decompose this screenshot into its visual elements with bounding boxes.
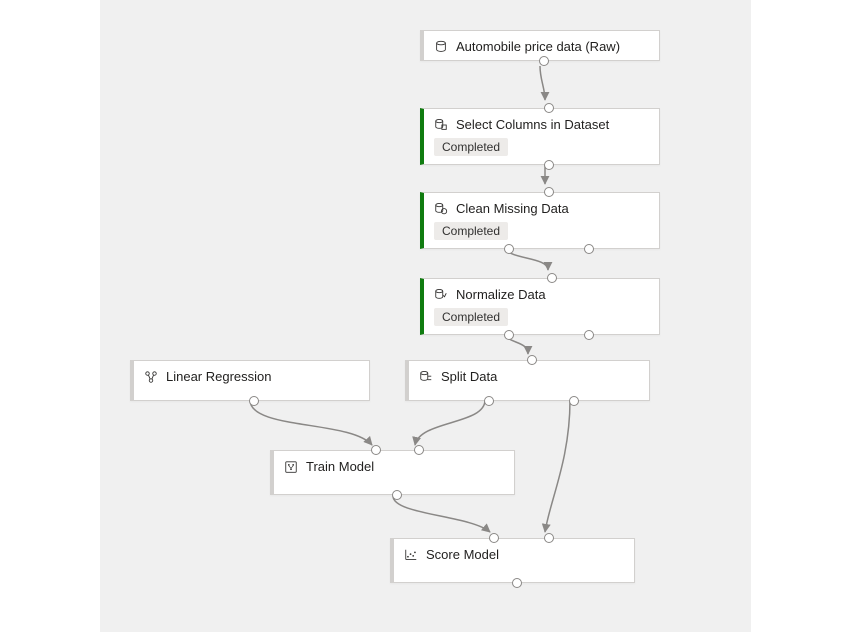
node-title: Select Columns in Dataset [456, 117, 609, 132]
dataset-select-icon [434, 118, 448, 132]
output-port-1[interactable] [504, 330, 514, 340]
node-title: Normalize Data [456, 287, 546, 302]
output-port-1[interactable] [484, 396, 494, 406]
node-title: Score Model [426, 547, 499, 562]
input-port-1[interactable] [371, 445, 381, 455]
node-normalize-data[interactable]: Normalize Data Completed [420, 278, 660, 335]
status-badge: Completed [434, 308, 508, 326]
status-badge: Completed [434, 222, 508, 240]
node-title: Clean Missing Data [456, 201, 569, 216]
algorithm-icon [144, 370, 158, 384]
node-select-columns[interactable]: Select Columns in Dataset Completed [420, 108, 660, 165]
output-port-2[interactable] [584, 244, 594, 254]
input-port-2[interactable] [414, 445, 424, 455]
input-port[interactable] [527, 355, 537, 365]
node-score-model[interactable]: Score Model [390, 538, 635, 583]
output-port[interactable] [249, 396, 259, 406]
node-automobile-raw[interactable]: Automobile price data (Raw) [420, 30, 660, 61]
node-linear-regression[interactable]: Linear Regression [130, 360, 370, 401]
node-title: Linear Regression [166, 369, 272, 384]
dataset-normalize-icon [434, 288, 448, 302]
dataset-split-icon [419, 370, 433, 384]
input-port-2[interactable] [544, 533, 554, 543]
pipeline-canvas[interactable]: Automobile price data (Raw) Select Colum… [100, 0, 751, 632]
input-port-1[interactable] [489, 533, 499, 543]
input-port[interactable] [544, 103, 554, 113]
output-port[interactable] [392, 490, 402, 500]
output-port[interactable] [539, 56, 549, 66]
output-port-2[interactable] [569, 396, 579, 406]
node-title: Automobile price data (Raw) [456, 39, 620, 54]
database-icon [434, 40, 448, 54]
status-badge: Completed [434, 138, 508, 156]
output-port[interactable] [544, 160, 554, 170]
input-port[interactable] [547, 273, 557, 283]
score-model-icon [404, 548, 418, 562]
node-split-data[interactable]: Split Data [405, 360, 650, 401]
output-port[interactable] [512, 578, 522, 588]
output-port-2[interactable] [584, 330, 594, 340]
dataset-clean-icon [434, 202, 448, 216]
node-train-model[interactable]: Train Model [270, 450, 515, 495]
node-title: Train Model [306, 459, 374, 474]
output-port-1[interactable] [504, 244, 514, 254]
node-title: Split Data [441, 369, 497, 384]
node-clean-missing-data[interactable]: Clean Missing Data Completed [420, 192, 660, 249]
input-port[interactable] [544, 187, 554, 197]
train-model-icon [284, 460, 298, 474]
